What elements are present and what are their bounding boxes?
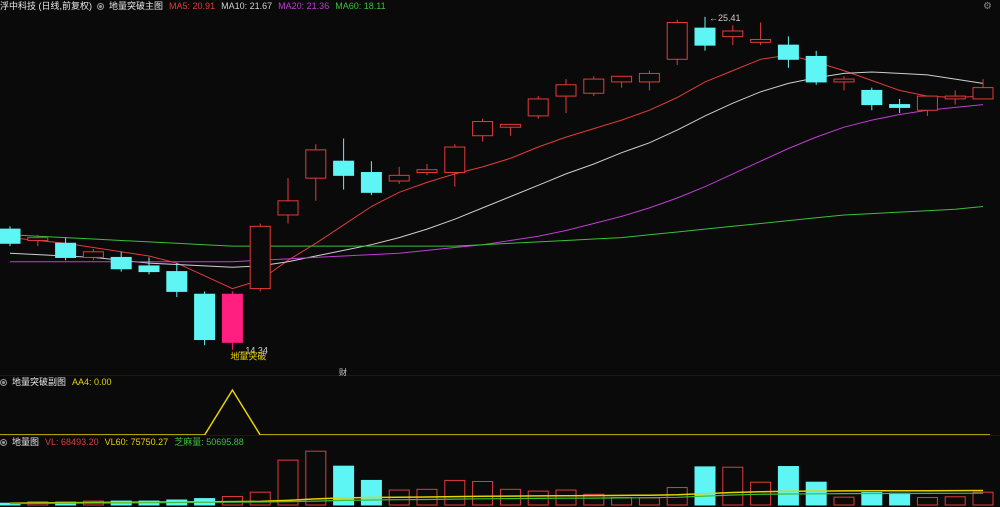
stock-title: 浮中科技 (日线,前复权): [0, 1, 92, 11]
indicator-toggle-icon[interactable]: [0, 438, 7, 446]
candle: [972, 87, 994, 100]
ma10-line: [9, 71, 984, 268]
candle: [861, 89, 883, 106]
sub1-legend: 地量突破副图 AA4: 0.00: [0, 376, 112, 388]
candle: [722, 30, 744, 38]
candle: [750, 38, 772, 43]
candle: [0, 228, 21, 244]
candle: [166, 271, 188, 292]
volume-bar: [722, 466, 744, 506]
vl-legend: VL: 68493.20: [45, 437, 99, 447]
ma60-legend: MA60: 18.11: [335, 1, 386, 11]
candle: [805, 55, 827, 83]
volume-bar: [360, 479, 382, 506]
candle: [305, 149, 327, 179]
main-legend: 浮中科技 (日线,前复权) 地量突破主图 MA5: 20.91 MA10: 21…: [0, 0, 386, 12]
candle: [194, 293, 216, 341]
candle: [916, 95, 938, 111]
candle: [611, 75, 633, 83]
candle: [249, 225, 271, 290]
ma20-line: [10, 104, 984, 263]
candle: [55, 242, 77, 258]
finance-marker[interactable]: 财: [339, 367, 347, 378]
candle: [277, 200, 299, 216]
candle: [82, 251, 104, 258]
main-indicator-name[interactable]: 地量突破主图: [109, 0, 163, 12]
candle: [27, 237, 49, 241]
sub2-indicator-name[interactable]: 地量图: [12, 436, 39, 448]
candle: [527, 98, 549, 117]
volume-bar: [861, 492, 883, 506]
volume-bar: [472, 480, 494, 506]
high-price-label: ←25.41: [709, 13, 741, 23]
candle: [499, 123, 521, 128]
volume-bar: [833, 496, 855, 506]
ma5-line: [9, 54, 984, 290]
candle: [583, 78, 605, 94]
volume-bar: [333, 465, 355, 506]
sub2-legend: 地量图 VL: 68493.20 VL60: 75750.27 芝麻量: 506…: [0, 436, 244, 448]
candle: [416, 169, 438, 174]
candle: [138, 265, 160, 273]
indicator-toggle-icon[interactable]: [0, 378, 7, 386]
candle: [444, 146, 466, 174]
volume-bar: [777, 466, 799, 506]
volume-bar: [972, 491, 994, 506]
candle: [833, 78, 855, 83]
chart-canvas[interactable]: ←25.41←14.34地量突破: [0, 0, 1000, 507]
ma10-legend: MA10: 21.67: [221, 1, 273, 11]
settings-icon[interactable]: ⚙: [983, 1, 992, 12]
ma20-legend: MA20: 21.36: [278, 1, 330, 11]
ma5-legend: MA5: 20.91: [169, 1, 216, 11]
aa4-legend: AA4: 0.00: [72, 377, 112, 387]
aa4-line: [0, 388, 990, 436]
volume-bar: [611, 497, 633, 506]
candle: [694, 27, 716, 46]
candle: [472, 121, 494, 137]
candle: [777, 44, 799, 60]
candle: [110, 256, 132, 270]
volume-bar: [694, 466, 716, 506]
volume-bar: [889, 492, 911, 506]
zhima-legend: 芝麻量: 50695.88: [174, 437, 244, 447]
volume-bar: [555, 489, 577, 506]
volume-bar: [249, 491, 271, 506]
candle: [638, 72, 660, 83]
pane-divider[interactable]: [0, 375, 1000, 376]
candle: [889, 104, 911, 108]
volume-bar: [221, 495, 243, 506]
volume-bar: [305, 450, 327, 506]
volume-bar: [666, 487, 688, 506]
vl60-legend: VL60: 75750.27: [104, 437, 169, 447]
volume-bar: [277, 459, 299, 506]
signal-label: 地量突破: [230, 351, 266, 362]
candle: [388, 174, 410, 182]
volume-bar: [499, 488, 521, 506]
sub1-indicator-name[interactable]: 地量突破副图: [12, 376, 66, 388]
volume-bar: [916, 497, 938, 506]
candle: [666, 21, 688, 60]
candle: [360, 172, 382, 193]
volume-bar: [638, 497, 660, 506]
volume-bar: [750, 481, 772, 506]
candle: [333, 160, 355, 176]
candle: [944, 95, 966, 100]
candle: [555, 84, 577, 97]
volume-bar: [444, 479, 466, 506]
signal-candle: [221, 293, 243, 343]
volume-bar: [944, 496, 966, 506]
ma60-line: [9, 206, 984, 247]
indicator-toggle-icon[interactable]: [97, 2, 104, 10]
